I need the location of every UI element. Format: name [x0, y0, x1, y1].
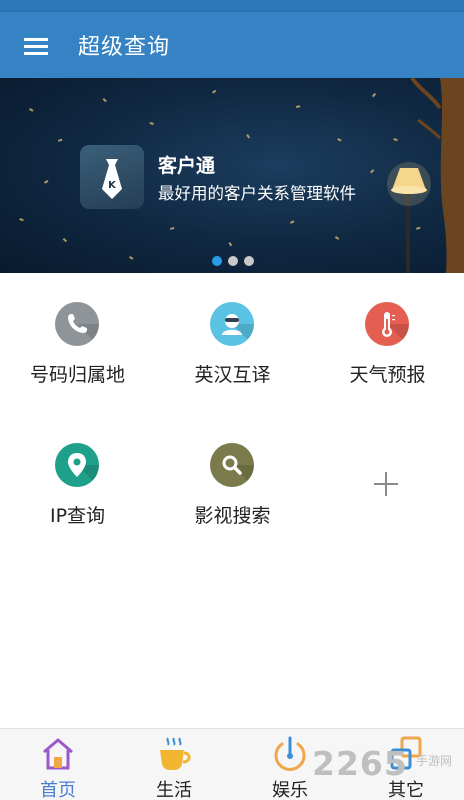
app-title: 超级查询: [78, 35, 171, 60]
watermark-text: 2265: [312, 744, 408, 783]
grid-item-translate[interactable]: 英汉互译: [155, 302, 310, 412]
location-pin-icon: [55, 443, 99, 487]
carousel-dot-3[interactable]: [244, 256, 254, 266]
grid-item-video-search[interactable]: 影视搜索: [155, 443, 310, 553]
nav-label: 首页: [40, 780, 76, 800]
grid-item-phone-location[interactable]: 号码归属地: [0, 302, 155, 412]
translator-face-icon: [210, 302, 254, 346]
grid-label: 天气预报: [349, 364, 426, 386]
promo-banner[interactable]: K 客户通 最好用的客户关系管理软件: [0, 78, 464, 273]
banner-background-art: [19, 78, 464, 273]
nav-item-life[interactable]: 生活: [116, 729, 232, 800]
watermark: 2265 手游网: [312, 744, 464, 788]
grid-label: 英汉互译: [194, 364, 271, 386]
grid-item-ip-lookup[interactable]: IP查询: [0, 443, 155, 553]
nav-item-home[interactable]: 首页: [0, 729, 116, 800]
thermometer-icon: [365, 302, 409, 346]
grid-item-weather[interactable]: 天气预报: [310, 302, 464, 412]
magnifier-icon: [210, 443, 254, 487]
carousel-dot-1[interactable]: [212, 256, 222, 266]
grid-label: 影视搜索: [194, 505, 271, 527]
nav-label: 生活: [156, 780, 192, 800]
watermark-sub: 手游网: [416, 754, 453, 768]
hamburger-menu-icon[interactable]: [18, 29, 54, 61]
grid-label: 号码归属地: [29, 364, 125, 386]
svg-text:K: K: [108, 180, 117, 191]
plus-icon[interactable]: [371, 469, 401, 499]
necktie-k-icon[interactable]: K: [80, 145, 144, 209]
power-clock-icon: [274, 736, 306, 771]
banner-subtitle: 最好用的客户关系管理软件: [158, 184, 356, 203]
phone-icon: [55, 302, 99, 346]
coffee-cup-icon: [160, 737, 191, 770]
grid-label: IP查询: [49, 505, 106, 527]
home-icon: [43, 738, 73, 770]
status-bar: [0, 0, 464, 12]
carousel-dot-2[interactable]: [228, 256, 238, 266]
app-bar: 超级查询: [0, 12, 464, 78]
carousel-dots: [212, 256, 254, 266]
banner-title: 客户通: [158, 155, 216, 177]
